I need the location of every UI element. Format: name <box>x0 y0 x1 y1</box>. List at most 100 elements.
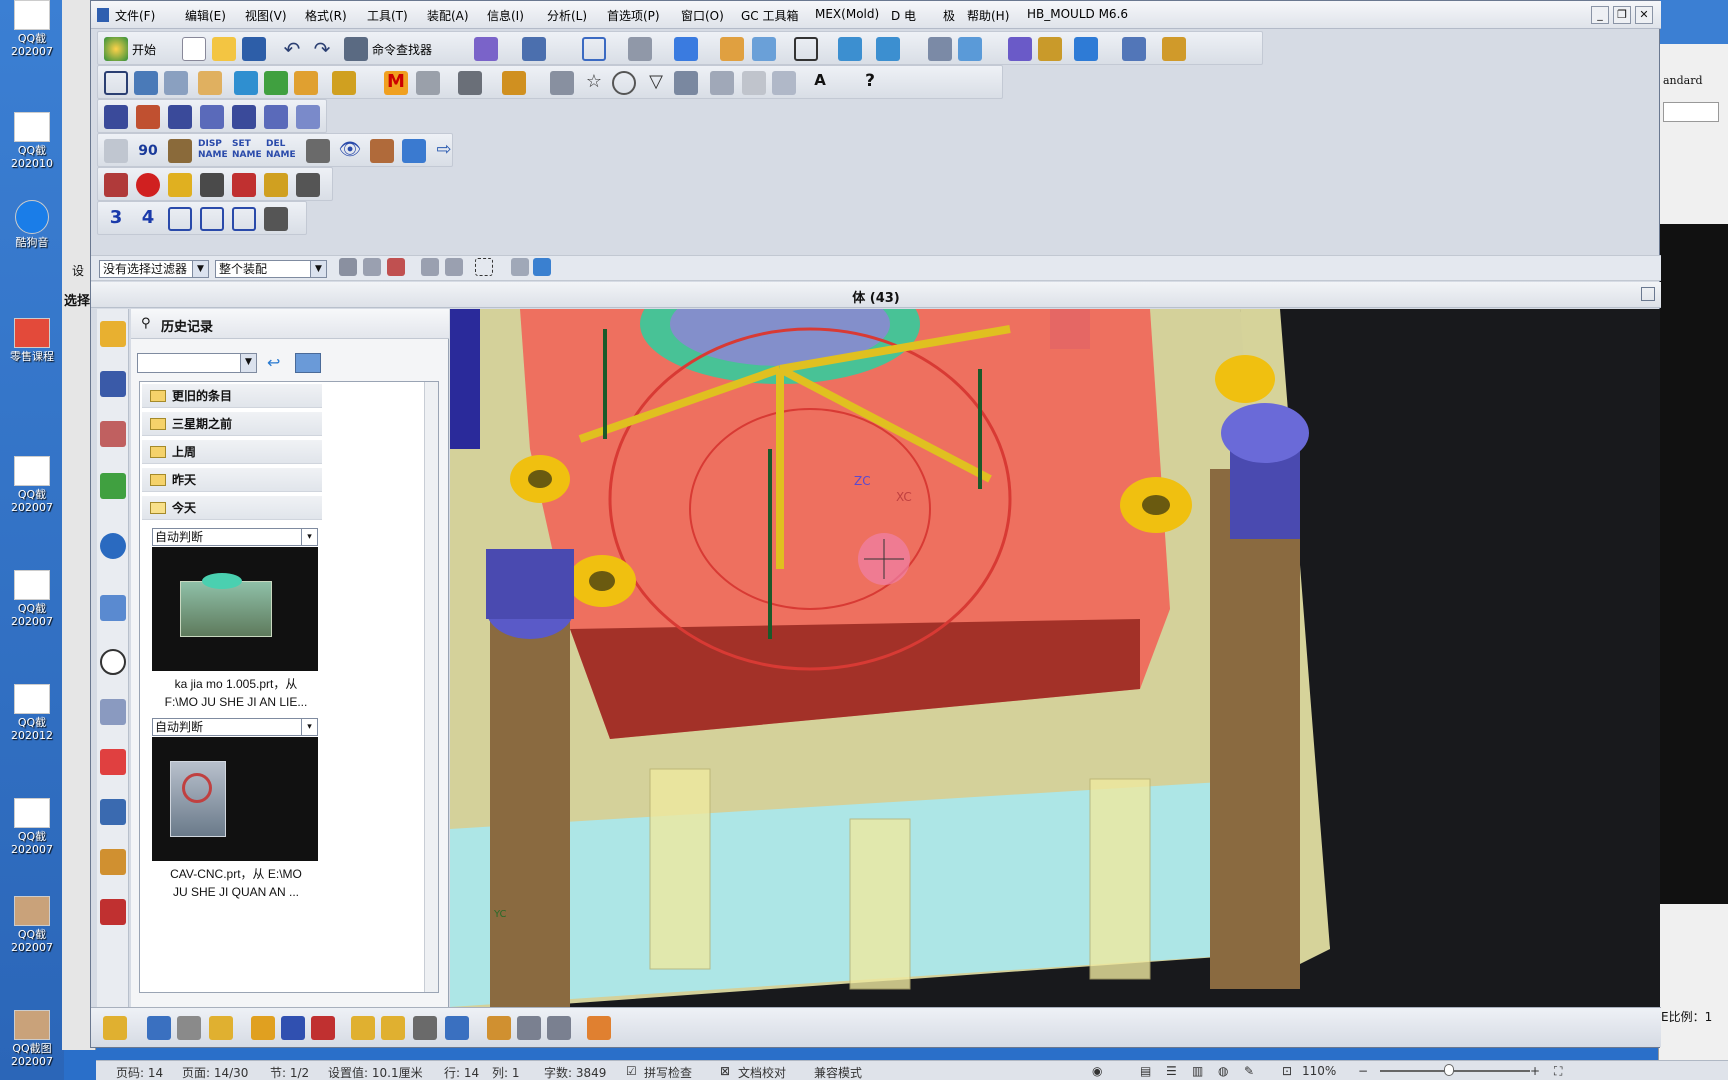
snap-icon[interactable] <box>339 258 357 276</box>
edit-icon[interactable] <box>402 139 426 163</box>
filter-icon[interactable]: ▽ <box>644 71 668 95</box>
minimize-button[interactable]: _ <box>1591 6 1609 24</box>
restore-button[interactable]: ❐ <box>1613 6 1631 24</box>
history-group[interactable]: 更旧的条目 <box>142 384 322 408</box>
maximize-view-icon[interactable] <box>1641 287 1655 301</box>
menu-hb-mould[interactable]: HB_MOULD M6.6 <box>1027 7 1128 21</box>
part-preview-thumbnail[interactable] <box>152 547 318 671</box>
command-finder-button[interactable]: 命令查找器 <box>372 41 432 58</box>
read-view-icon[interactable]: ▥ <box>1192 1064 1203 1078</box>
bottle-tool-icon[interactable] <box>306 139 330 163</box>
angle-icon[interactable] <box>502 71 526 95</box>
image-tool-icon[interactable] <box>136 105 160 129</box>
desktop-icon[interactable]: QQ截 202012 <box>2 684 62 742</box>
clock-icon[interactable] <box>612 71 636 95</box>
pin-icon[interactable]: ⚲ <box>141 316 151 331</box>
number-4-button[interactable]: 4 <box>136 207 160 231</box>
new-component-icon[interactable] <box>209 1016 233 1040</box>
arrangement-icon[interactable] <box>517 1016 541 1040</box>
back-arrow-icon[interactable]: ↩ <box>267 353 289 373</box>
assembly-tool-icon[interactable] <box>103 1016 127 1040</box>
help-icon[interactable]: ? <box>858 71 882 95</box>
reuse-library-icon[interactable] <box>100 473 126 499</box>
system-scene-icon[interactable] <box>100 799 126 825</box>
star-icon[interactable]: ☆ <box>582 71 606 95</box>
document-proof[interactable]: 文档校对 <box>738 1064 786 1080</box>
stack-icon[interactable] <box>134 71 158 95</box>
cylinder-icon[interactable] <box>296 105 320 129</box>
history-filter-dropdown[interactable]: ▼ <box>137 353 257 373</box>
outline-view-icon[interactable]: ☰ <box>1166 1064 1177 1078</box>
pointer-icon[interactable] <box>752 37 776 61</box>
scope-dropdown[interactable]: 整个装配 ▼ <box>215 260 327 278</box>
constraint-navigator-icon[interactable] <box>100 371 126 397</box>
web-browser-icon[interactable] <box>100 533 126 559</box>
desktop-icon[interactable]: QQ截 202007 <box>2 798 62 856</box>
desktop-icon[interactable]: QQ截图 202007 <box>2 1010 62 1068</box>
grid-icon[interactable] <box>1122 37 1146 61</box>
menu-preferences[interactable]: 首选项(P) <box>607 7 660 24</box>
grid-tool-icon[interactable] <box>200 105 224 129</box>
assembly-navigator-icon[interactable] <box>100 321 126 347</box>
menu-format[interactable]: 格式(R) <box>305 7 347 24</box>
cube-select-icon[interactable] <box>533 258 551 276</box>
zoom-in-icon[interactable]: + <box>1530 1064 1540 1078</box>
ejector-icon[interactable] <box>264 71 288 95</box>
step2-icon[interactable] <box>232 207 256 231</box>
hatch-icon[interactable] <box>232 173 256 197</box>
select-box-icon[interactable] <box>387 258 405 276</box>
zoom-level[interactable]: 110% <box>1302 1064 1336 1078</box>
exploded-view-icon[interactable] <box>413 1016 437 1040</box>
palette-icon[interactable] <box>100 899 126 925</box>
hatch2-icon[interactable] <box>264 173 288 197</box>
chart-icon[interactable] <box>550 71 574 95</box>
assembly-cut-icon[interactable] <box>381 1016 405 1040</box>
history-entry[interactable]: 自动判断 ▾ CAV-CNC.prt，从 E:\MO JU SHE JI QUAN… <box>152 718 320 901</box>
mold-frame-icon[interactable] <box>104 71 128 95</box>
menu-gc-toolbox[interactable]: GC 工具箱 <box>741 7 799 24</box>
process-studio-icon[interactable] <box>100 699 126 725</box>
cooling-icon[interactable] <box>294 71 318 95</box>
users-icon[interactable] <box>100 849 126 875</box>
measure-clearance-icon[interactable] <box>547 1016 571 1040</box>
sketch-icon[interactable] <box>720 37 744 61</box>
menu-mex-mold[interactable]: MEX(Mold) <box>815 7 879 21</box>
start-menu-button[interactable]: 开始 <box>132 41 156 58</box>
set-name-button[interactable]: SET NAME <box>232 139 262 163</box>
m-tool-icon[interactable]: M <box>384 71 408 95</box>
step-icon[interactable] <box>200 207 224 231</box>
menu-assembly[interactable]: 装配(A) <box>427 7 469 24</box>
plates-icon[interactable] <box>164 71 188 95</box>
history-entry[interactable]: 自动判断 ▾ ka jia mo 1.005.prt，从 F:\MO JU SHE… <box>152 528 320 711</box>
eye-view-icon[interactable]: ◉ <box>1092 1064 1102 1078</box>
web-view-icon[interactable]: ◍ <box>1218 1064 1228 1078</box>
proof-icon[interactable]: ⊠ <box>720 1064 730 1078</box>
door-icon[interactable] <box>168 139 192 163</box>
line-icon[interactable] <box>104 139 128 163</box>
menu-ji[interactable]: 极 <box>943 7 955 24</box>
disp-name-button[interactable]: DISP NAME <box>198 139 228 163</box>
background-dropdown[interactable] <box>1663 102 1719 122</box>
insert-icon[interactable] <box>234 71 258 95</box>
history-group[interactable]: 上周 <box>142 440 322 464</box>
sequence-icon[interactable] <box>445 1016 469 1040</box>
rectangle-select-icon[interactable] <box>475 258 493 276</box>
text-style-icon[interactable]: A <box>808 71 832 95</box>
close-button[interactable]: ✕ <box>1635 6 1653 24</box>
cube-dark-icon[interactable] <box>200 173 224 197</box>
menu-file[interactable]: 文件(F) <box>115 7 155 24</box>
write-view-icon[interactable]: ✎ <box>1244 1064 1254 1078</box>
menu-window[interactable]: 窗口(O) <box>681 7 724 24</box>
eye-icon[interactable]: 👁 <box>338 139 362 163</box>
start-icon[interactable] <box>104 37 128 61</box>
tool-icon[interactable] <box>1038 37 1062 61</box>
desktop-icon[interactable]: QQ截 202007 <box>2 896 62 954</box>
select-tool-icon[interactable] <box>474 37 498 61</box>
system-materials-icon[interactable] <box>100 595 126 621</box>
save-icon[interactable] <box>242 37 266 61</box>
component-array-icon[interactable] <box>177 1016 201 1040</box>
zoom-slider[interactable] <box>1380 1070 1530 1072</box>
eraser-icon[interactable] <box>198 71 222 95</box>
history-clock-icon[interactable] <box>100 649 126 675</box>
align-icon[interactable] <box>104 105 128 129</box>
